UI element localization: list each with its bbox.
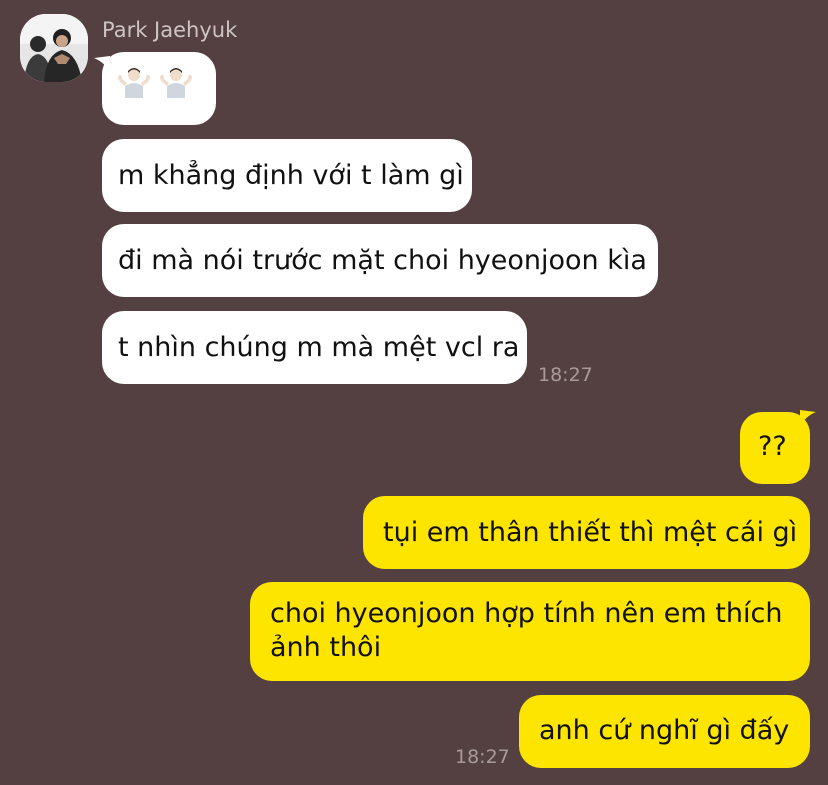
incoming-timestamp: 18:27 xyxy=(538,364,593,386)
incoming-bubble-tail xyxy=(94,56,110,72)
incoming-message[interactable]: đi mà nói trước mặt choi hyeonjoon kìa xyxy=(102,224,658,297)
outgoing-message[interactable]: choi hyeonjoon hợp tính nên em thích ảnh… xyxy=(250,582,810,681)
profile-photo-icon xyxy=(20,14,88,82)
sender-name: Park Jaehyuk xyxy=(102,18,238,42)
outgoing-timestamp: 18:27 xyxy=(455,746,510,768)
outgoing-message[interactable]: anh cứ nghĩ gì đấy xyxy=(519,695,810,768)
person-shrugging-icon xyxy=(118,68,150,98)
person-shrugging-icon xyxy=(160,68,192,98)
outgoing-message[interactable]: tụi em thân thiết thì mệt cái gì xyxy=(363,496,810,569)
outgoing-bubble-tail xyxy=(800,410,816,426)
incoming-message[interactable]: m khẳng định với t làm gì xyxy=(102,139,472,212)
incoming-message-emoji[interactable] xyxy=(102,52,216,125)
sender-avatar[interactable] xyxy=(20,14,88,82)
incoming-message[interactable]: t nhìn chúng m mà mệt vcl ra xyxy=(102,311,527,384)
